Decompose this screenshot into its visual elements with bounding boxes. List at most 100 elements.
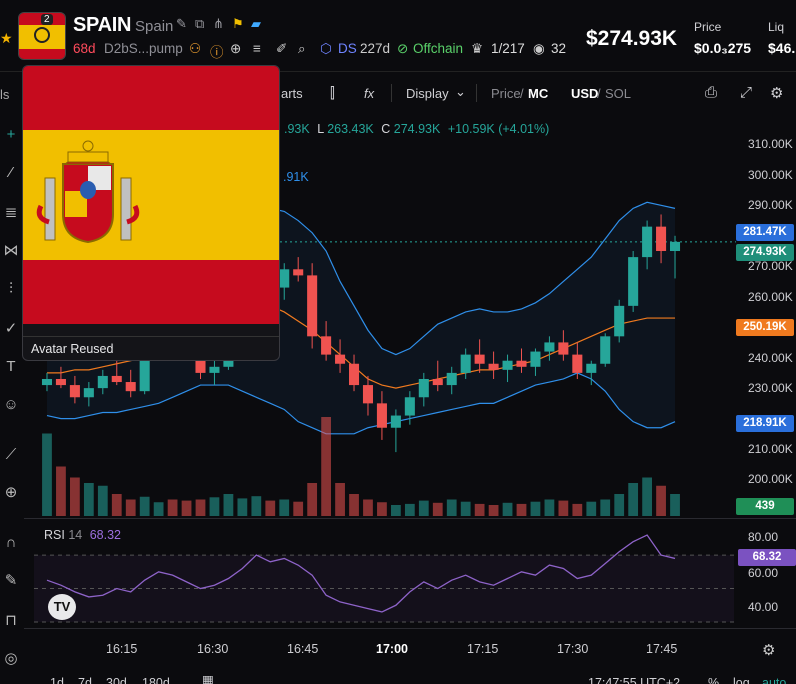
volume-bar <box>125 499 136 516</box>
edit-icon[interactable]: ✎ <box>176 16 187 32</box>
y-axis-tick: 210.00K <box>748 441 793 456</box>
timeframe-30d[interactable]: 30d <box>106 676 127 684</box>
offchain-label[interactable]: Offchain <box>413 41 463 56</box>
calendar-icon[interactable]: ▦ <box>202 672 214 684</box>
timeframe-1d[interactable]: 1d <box>50 676 64 684</box>
candle-body <box>656 226 667 252</box>
emoji-icon[interactable]: ☺ <box>0 394 22 416</box>
y-axis-tick: 240.00K <box>748 350 793 365</box>
toolbar-separator <box>476 84 477 102</box>
volume-bar <box>488 505 499 516</box>
timeframe-7d[interactable]: 7d <box>78 676 92 684</box>
timeframe-180d[interactable]: 180d <box>142 676 170 684</box>
candle-body <box>516 360 527 367</box>
avatar-caption: Avatar Reused <box>31 342 114 356</box>
x-axis-tick: 17:45 <box>646 642 678 656</box>
token-avatar[interactable]: 2 <box>18 12 66 60</box>
crown-icon: ♛ <box>471 41 484 56</box>
fib-icon[interactable]: ≣ <box>0 202 22 224</box>
volume-bar <box>656 485 666 516</box>
list-icon[interactable]: ≡ <box>253 41 261 56</box>
note-icon[interactable]: ✐ <box>276 41 287 57</box>
contract-address[interactable]: D2bS...pump <box>104 41 183 56</box>
candle-body <box>348 363 360 386</box>
candle-body <box>460 354 471 373</box>
lock-draw-icon[interactable]: ✎ <box>0 570 22 592</box>
ohlc-open: .93K <box>284 122 310 136</box>
camera-icon[interactable]: ⎙ <box>705 84 717 106</box>
dexscreener-icon[interactable]: ⬡ <box>320 41 332 57</box>
mc-toggle[interactable]: MC <box>528 86 548 108</box>
candle-body <box>572 354 583 373</box>
share-icon[interactable]: ⋔ <box>213 16 224 32</box>
chart-settings-icon[interactable]: ⚙ <box>762 641 775 659</box>
volume-bar <box>614 494 625 516</box>
candle-body <box>530 351 541 367</box>
warning-icon[interactable]: ⓘ <box>210 41 224 61</box>
search-icon <box>34 27 50 43</box>
magnet-icon[interactable]: ∩ <box>0 532 22 554</box>
settings-icon[interactable]: ⚙ <box>770 84 783 106</box>
dev-icon[interactable]: ⚇ <box>189 41 201 57</box>
lock-icon[interactable]: ⊓ <box>0 610 22 632</box>
chevron-down-icon[interactable]: ⌄ <box>455 84 466 106</box>
clock-display: 17:47:55 UTC+2 <box>588 676 681 684</box>
sol-toggle[interactable]: SOL <box>605 86 631 108</box>
auto-toggle[interactable]: auto <box>762 676 786 684</box>
volume-bar <box>139 496 150 516</box>
candle-body <box>209 366 220 373</box>
trendline-icon[interactable]: ⁄ <box>0 162 22 184</box>
link-icon: ⊘ <box>397 41 409 56</box>
left-panel-label: ls <box>0 87 10 102</box>
liq-label: Liq <box>768 20 785 34</box>
pane-divider <box>24 628 796 629</box>
usd-toggle[interactable]: USD <box>571 86 598 108</box>
zoom-icon[interactable]: ⊕ <box>0 482 22 504</box>
volume-bar <box>628 483 639 516</box>
fullscreen-icon[interactable]: ⤢ <box>740 84 752 106</box>
community-icon[interactable]: ⚑ <box>232 16 244 32</box>
pattern-icon[interactable]: ⋈ <box>0 240 22 262</box>
candle-body <box>376 403 387 428</box>
log-toggle[interactable]: log <box>733 676 750 684</box>
rsi-label: RSI <box>44 528 65 542</box>
brush-icon[interactable]: ✓ <box>0 318 22 340</box>
eye-toggle-icon[interactable]: ◎ <box>0 648 22 670</box>
ma-legend-value: .91K <box>283 170 309 184</box>
candle-body <box>502 360 513 370</box>
price-toggle[interactable]: Price <box>491 86 521 108</box>
token-ticker: SPAIN <box>73 14 132 36</box>
charts-label[interactable]: arts <box>281 86 303 108</box>
volume-bar <box>265 500 276 516</box>
copy-icon[interactable]: ⧉ <box>195 16 204 32</box>
projection-icon[interactable]: ⫶ <box>0 278 22 300</box>
globe-icon[interactable]: ⊕ <box>230 41 241 57</box>
volume-bar <box>404 503 415 516</box>
ruler-icon[interactable]: ⟋ <box>0 444 22 466</box>
volume-bar <box>446 499 457 516</box>
candle-body <box>474 354 485 364</box>
crosshair-icon[interactable]: + <box>0 124 22 146</box>
ds-label[interactable]: DS <box>338 41 357 56</box>
y-axis-tick: 200.00K <box>748 472 793 487</box>
indicators-button[interactable]: fx <box>364 86 374 108</box>
candle-body <box>41 378 53 386</box>
volume-bar <box>83 483 94 516</box>
volume-bar <box>600 499 611 516</box>
rsi-value: 68.32 <box>89 528 121 542</box>
percent-toggle[interactable]: % <box>708 676 719 684</box>
text-icon[interactable]: T <box>0 356 22 378</box>
tradingview-logo[interactable]: TV <box>48 594 76 620</box>
rsi-value-tag: 68.32 <box>738 549 796 566</box>
display-dropdown[interactable]: Display <box>406 86 449 108</box>
candle-body <box>321 336 332 355</box>
search-token-icon[interactable]: ⌕ <box>298 41 306 57</box>
star-icon[interactable]: ★ <box>0 30 13 47</box>
volume-bar <box>474 503 485 516</box>
candle-body <box>642 226 653 258</box>
ohlc-low: 263.43K <box>327 122 374 136</box>
volume-bar <box>167 499 178 516</box>
candle-body <box>669 241 681 252</box>
chat-icon[interactable]: ▰ <box>251 16 261 32</box>
candle-type-icon[interactable]: ⫿ <box>330 85 335 107</box>
